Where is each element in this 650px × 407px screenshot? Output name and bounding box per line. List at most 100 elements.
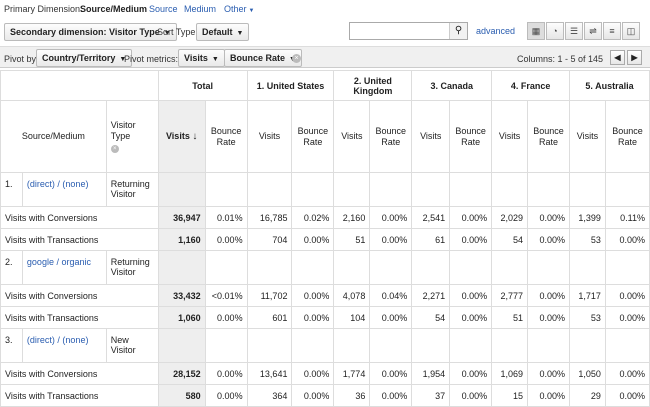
remove-metric-icon[interactable]: × — [292, 54, 301, 63]
dimension-link-medium[interactable]: Medium — [184, 4, 216, 14]
empty-cell — [411, 328, 451, 363]
metric-value-cell: 580 — [157, 384, 206, 407]
table-group-row: 2. google / organic Returning Visitor — [0, 250, 650, 285]
table-row: Visits with Transactions 1,060 0.00% 601 0.0… — [0, 306, 650, 329]
metric-value-cell: 0.00% — [369, 362, 413, 385]
search-icon[interactable]: ⚲ — [449, 23, 467, 39]
metric-value-cell: 0.01% — [204, 206, 248, 229]
row-index: 1. — [0, 172, 23, 207]
remove-dimension-icon[interactable]: × — [110, 145, 119, 153]
visits-header[interactable]: Visits — [333, 100, 371, 173]
visits-header-label: Visits — [165, 131, 190, 141]
metric-value-cell: 0.00% — [604, 362, 650, 385]
empty-cell — [369, 172, 413, 207]
bounce-rate-header[interactable]: Bounce Rate — [604, 100, 650, 173]
chevron-down-icon: ▼ — [211, 56, 219, 63]
country-header-row: Total 1. United States 2. United Kingdom… — [0, 70, 650, 101]
source-medium-header[interactable]: Source/Medium — [0, 100, 107, 173]
visits-header[interactable]: Visits — [246, 100, 293, 173]
empty-cell — [291, 250, 335, 285]
pivot-metric-2-dropdown[interactable]: Bounce Rate▼ — [224, 49, 302, 67]
bounce-rate-header[interactable]: Bounce Rate — [449, 100, 493, 173]
sort-type-dropdown[interactable]: Default ▼ — [196, 23, 250, 41]
metric-value-cell: 0.00% — [204, 362, 248, 385]
metric-value-cell: 53 — [569, 228, 606, 251]
metric-value-cell: 2,160 — [333, 206, 371, 229]
empty-cell — [449, 172, 493, 207]
pivot-metric-1-dropdown[interactable]: Visits ▼ — [178, 49, 225, 67]
metric-value-cell: 2,541 — [411, 206, 451, 229]
previous-columns-icon[interactable]: ◀ — [610, 50, 625, 65]
dimension-link-source[interactable]: Source — [149, 4, 178, 14]
pivot-metrics-label: Pivot metrics: — [124, 54, 179, 64]
metric-value-cell: 0.00% — [369, 206, 413, 229]
metric-value-cell: 16,785 — [246, 206, 293, 229]
bounce-rate-header[interactable]: Bounce Rate — [369, 100, 413, 173]
country-header: 1. United States — [246, 70, 335, 101]
metric-value-cell: 2,777 — [491, 284, 529, 307]
visitor-type-cell: Returning Visitor — [105, 250, 159, 285]
metric-value-cell: 0.00% — [291, 306, 335, 329]
row-index: 3. — [0, 328, 23, 363]
empty-cell — [369, 250, 413, 285]
metric-value-cell: 1,060 — [157, 306, 206, 329]
pivot-metric-1-value: Visits — [184, 53, 208, 63]
metric-value-cell: 0.11% — [604, 206, 650, 229]
next-columns-icon[interactable]: ▶ — [627, 50, 642, 65]
metric-value-cell: 1,050 — [569, 362, 606, 385]
metric-value-cell: 0.00% — [527, 206, 571, 229]
empty-cell — [157, 328, 206, 363]
empty-cell — [246, 250, 293, 285]
row-label: Visits with Transactions — [0, 306, 159, 329]
visits-header-total[interactable]: Visits ↓ — [157, 100, 206, 173]
visits-header[interactable]: Visits — [411, 100, 451, 173]
source-medium-link[interactable]: (direct) / (none) — [21, 328, 107, 363]
metric-value-cell: 0.00% — [527, 284, 571, 307]
blank-header — [0, 70, 159, 101]
empty-cell — [604, 250, 650, 285]
metric-value-cell: 0.00% — [369, 384, 413, 407]
country-header: Total — [157, 70, 248, 101]
row-index: 2. — [0, 250, 23, 285]
secondary-dimension-dropdown[interactable]: Secondary dimension: Visitor Type ▼ — [4, 23, 177, 41]
advanced-filter-link[interactable]: advanced — [476, 26, 515, 36]
metric-value-cell: 28,152 — [157, 362, 206, 385]
comparison-icon[interactable]: ⇌ — [584, 22, 602, 40]
source-medium-link[interactable]: (direct) / (none) — [21, 172, 107, 207]
empty-cell — [204, 172, 248, 207]
term-cloud-icon[interactable]: ≡ — [603, 22, 621, 40]
columns-indicator: Columns: 1 - 5 of 145 — [517, 54, 603, 64]
metric-value-cell: 0.00% — [527, 228, 571, 251]
metric-value-cell: 11,702 — [246, 284, 293, 307]
metric-value-cell: 0.00% — [204, 384, 248, 407]
search-input[interactable]: ⚲ — [349, 22, 468, 40]
performance-icon[interactable]: ☰ — [565, 22, 583, 40]
empty-cell — [246, 328, 293, 363]
metric-value-cell: 29 — [569, 384, 606, 407]
empty-cell — [411, 250, 451, 285]
source-medium-link[interactable]: google / organic — [21, 250, 107, 285]
visits-header[interactable]: Visits — [491, 100, 529, 173]
empty-cell — [291, 328, 335, 363]
metric-header-row: Source/Medium Visitor Type × Visits ↓ Bou… — [0, 100, 650, 173]
metric-value-cell: <0.01% — [204, 284, 248, 307]
row-label: Visits with Conversions — [0, 206, 159, 229]
dimension-link-other[interactable]: Other ▼ — [224, 4, 254, 14]
metric-value-cell: 104 — [333, 306, 371, 329]
pivot-icon[interactable]: ◫ — [622, 22, 640, 40]
pie-chart-icon[interactable]: ◔ — [546, 22, 564, 40]
pivot-by-dropdown[interactable]: Country/Territory ▼ — [36, 49, 133, 67]
table-row: Visits with Conversions 33,432 <0.01% 11,70… — [0, 284, 650, 307]
metric-value-cell: 54 — [411, 306, 451, 329]
bounce-rate-header[interactable]: Bounce Rate — [527, 100, 571, 173]
metric-value-cell: 0.02% — [291, 206, 335, 229]
empty-cell — [491, 250, 529, 285]
bounce-rate-header[interactable]: Bounce Rate — [291, 100, 335, 173]
data-table-icon[interactable]: ▦ — [527, 22, 545, 40]
visits-header[interactable]: Visits — [569, 100, 606, 173]
sort-type-label: Sort Type: — [157, 27, 198, 37]
secondary-dimension-label: Secondary dimension: Visitor Type — [10, 27, 160, 37]
country-header: 3. Canada — [411, 70, 493, 101]
bounce-rate-header[interactable]: Bounce Rate — [204, 100, 248, 173]
metric-value-cell: 1,954 — [411, 362, 451, 385]
